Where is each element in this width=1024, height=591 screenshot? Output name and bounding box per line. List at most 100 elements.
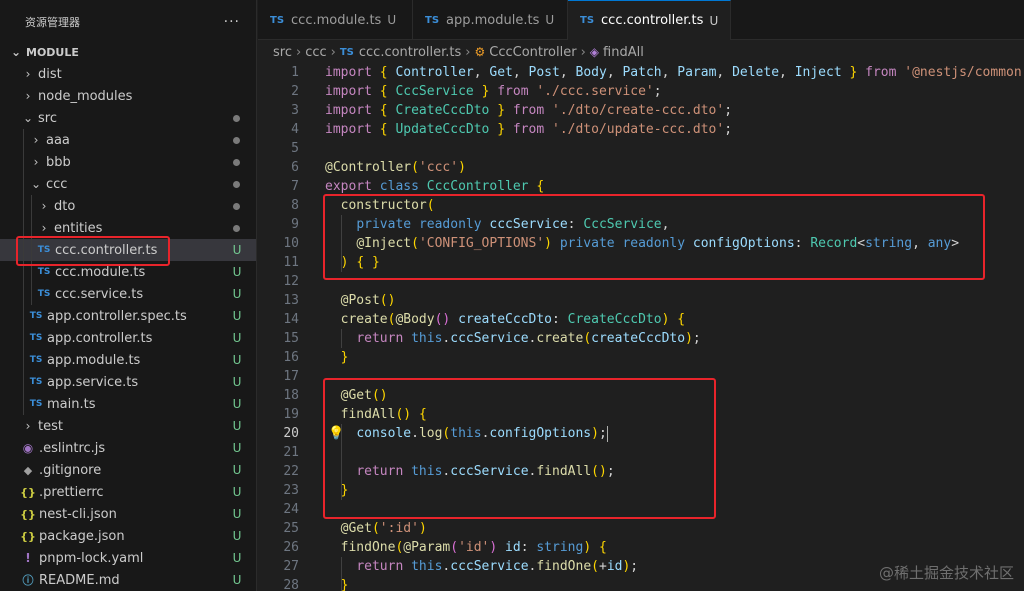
tree-item-app-controller-spec-ts[interactable]: TS app.controller.spec.ts U xyxy=(0,305,256,327)
line-number: 23 xyxy=(283,483,299,498)
code-line[interactable]: 5 xyxy=(258,139,1024,158)
tree-item-package-json[interactable]: {} package.json U xyxy=(0,525,256,547)
line-number: 5 xyxy=(291,141,299,156)
git-file-icon: ◆ xyxy=(23,463,33,477)
section-label: MODULE xyxy=(26,45,79,59)
tree-item-pnpm-lock-yaml[interactable]: ! pnpm-lock.yaml U xyxy=(0,547,256,569)
code-line[interactable]: 13 @Post() xyxy=(258,291,1024,310)
tree-item-ccc[interactable]: ⌄ ccc xyxy=(0,173,256,195)
git-status-badge: U xyxy=(232,375,242,389)
code-text: import { CccService } from './ccc.servic… xyxy=(325,84,662,99)
line-number: 10 xyxy=(283,236,299,251)
code-text: import { CreateCccDto } from './dto/crea… xyxy=(325,103,733,118)
eslint-file-icon: ◉ xyxy=(22,441,34,455)
tree-item-dist[interactable]: › dist xyxy=(0,63,256,85)
watermark: @稀土掘金技术社区 xyxy=(878,564,1014,582)
git-status-badge: U xyxy=(232,551,242,565)
git-status-badge: U xyxy=(232,573,242,587)
tree-item-label: package.json xyxy=(39,528,125,544)
modified-dot-icon xyxy=(233,158,240,166)
tree-item-ccc-service-ts[interactable]: TS ccc.service.ts U xyxy=(0,283,256,305)
breadcrumb-separator: › xyxy=(580,44,586,60)
breadcrumb-item[interactable]: ccc xyxy=(305,45,326,60)
breadcrumb-item[interactable]: ccc.controller.ts xyxy=(359,45,461,60)
tree-item-nest-cli-json[interactable]: {} nest-cli.json U xyxy=(0,503,256,525)
tree-item-label: app.controller.ts xyxy=(47,330,153,346)
tree-item-dto[interactable]: › dto xyxy=(0,195,256,217)
tree-item-main-ts[interactable]: TS main.ts U xyxy=(0,393,256,415)
git-status-badge: U xyxy=(232,507,242,521)
tab-label: ccc.controller.ts xyxy=(601,13,704,28)
tab-label: ccc.module.ts xyxy=(291,12,382,28)
annotation-box-findall xyxy=(323,378,716,519)
line-number: 4 xyxy=(291,122,299,137)
chevron-down-icon: ⌄ xyxy=(22,111,34,125)
json-file-icon: {} xyxy=(20,485,36,499)
line-number: 16 xyxy=(283,350,299,365)
tree-item-readme-md[interactable]: ⓘ README.md U xyxy=(0,569,256,591)
breadcrumb-item[interactable]: src xyxy=(273,45,292,60)
breadcrumb-item[interactable]: CccController xyxy=(489,45,576,60)
code-line[interactable]: 26 findOne(@Param('id') id: string) { xyxy=(258,538,1024,557)
breadcrumb-item[interactable]: findAll xyxy=(603,45,644,60)
line-number: 12 xyxy=(283,274,299,289)
indent-guide xyxy=(341,557,342,591)
code-line[interactable]: 2 import { CccService } from './ccc.servi… xyxy=(258,82,1024,101)
line-number: 8 xyxy=(291,198,299,213)
tree-item-label: README.md xyxy=(39,572,120,588)
tab-ccc-controller-ts[interactable]: TS ccc.controller.ts U xyxy=(568,0,731,40)
more-actions-icon[interactable]: ··· xyxy=(224,14,240,30)
json-file-icon: {} xyxy=(20,507,36,521)
tree-item-bbb[interactable]: › bbb xyxy=(0,151,256,173)
markdown-file-icon: ⓘ xyxy=(22,574,34,587)
tree-item-aaa[interactable]: › aaa xyxy=(0,129,256,151)
indent-guide xyxy=(23,173,24,195)
tree-item--prettierrc[interactable]: {} .prettierrc U xyxy=(0,481,256,503)
line-number: 6 xyxy=(291,160,299,175)
editor-tabs: TS ccc.module.ts U TS app.module.ts U TS ccc.co… xyxy=(258,0,1024,40)
tree-item-node-modules[interactable]: › node_modules xyxy=(0,85,256,107)
git-status-badge: U xyxy=(232,243,242,257)
line-number: 19 xyxy=(283,407,299,422)
chevron-right-icon: › xyxy=(25,419,31,433)
chevron-right-icon: › xyxy=(41,221,47,235)
chevron-down-icon: ⌄ xyxy=(30,177,42,191)
line-number: 27 xyxy=(283,559,299,574)
tab-app-module-ts[interactable]: TS app.module.ts U xyxy=(413,0,568,40)
json-file-icon: {} xyxy=(20,529,36,543)
tree-item--eslintrc-js[interactable]: ◉ .eslintrc.js U xyxy=(0,437,256,459)
tab-status-badge: U xyxy=(709,13,719,28)
breadcrumb-separator: › xyxy=(330,44,336,60)
code-line[interactable]: 4 import { UpdateCccDto } from './dto/upd… xyxy=(258,120,1024,139)
tree-item-test[interactable]: › test U xyxy=(0,415,256,437)
modified-dot-icon xyxy=(233,136,240,144)
tree-item-app-module-ts[interactable]: TS app.module.ts U xyxy=(0,349,256,371)
modified-dot-icon xyxy=(233,224,240,232)
tree-item-src[interactable]: ⌄ src xyxy=(0,107,256,129)
code-line[interactable]: 3 import { CreateCccDto } from './dto/cre… xyxy=(258,101,1024,120)
typescript-file-icon: TS xyxy=(580,15,595,26)
code-line[interactable]: 15 return this.cccService.create(createC… xyxy=(258,329,1024,348)
code-line[interactable]: 14 create(@Body() createCccDto: CreateCc… xyxy=(258,310,1024,329)
tree-item-app-controller-ts[interactable]: TS app.controller.ts U xyxy=(0,327,256,349)
modified-dot-icon xyxy=(233,202,240,210)
code-line[interactable]: 6 @Controller('ccc') xyxy=(258,158,1024,177)
yaml-file-icon: ! xyxy=(25,551,31,565)
breadcrumb-separator: › xyxy=(465,44,471,60)
code-line[interactable]: 16 } xyxy=(258,348,1024,367)
git-status-badge: U xyxy=(232,419,242,433)
tree-item-label: entities xyxy=(54,220,103,236)
tree-item-label: .prettierrc xyxy=(39,484,104,500)
code-line[interactable]: 1 import { Controller, Get, Post, Body, P… xyxy=(258,63,1024,82)
section-header-module[interactable]: ⌄ MODULE xyxy=(0,41,256,63)
line-number: 13 xyxy=(283,293,299,308)
code-text: @Get(':id') xyxy=(340,521,427,536)
tree-item-app-service-ts[interactable]: TS app.service.ts U xyxy=(0,371,256,393)
code-line[interactable]: 25 @Get(':id') xyxy=(258,519,1024,538)
indent-guide xyxy=(23,129,24,151)
tree-item--gitignore[interactable]: ◆ .gitignore U xyxy=(0,459,256,481)
tab-ccc-module-ts[interactable]: TS ccc.module.ts U xyxy=(258,0,413,40)
git-status-badge: U xyxy=(232,353,242,367)
code-text: return this.cccService.findOne(+id); xyxy=(356,559,639,574)
typescript-file-icon: TS xyxy=(29,377,43,387)
